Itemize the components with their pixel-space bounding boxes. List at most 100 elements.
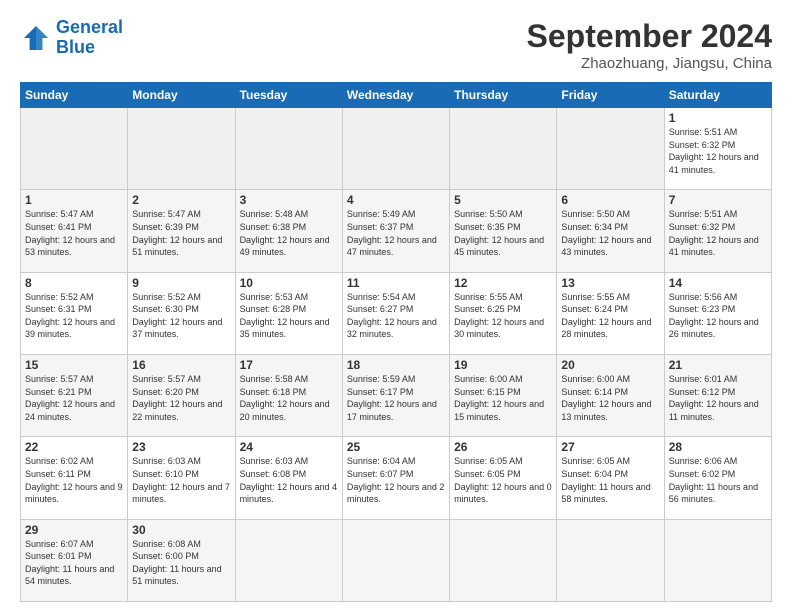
day-info: Sunrise: 6:04 AM Sunset: 6:07 PM Dayligh… xyxy=(347,455,445,505)
day-info: Sunrise: 5:58 AM Sunset: 6:18 PM Dayligh… xyxy=(240,373,338,423)
day-info: Sunrise: 5:51 AM Sunset: 6:32 PM Dayligh… xyxy=(669,126,767,176)
calendar-day-header: Friday xyxy=(557,83,664,108)
calendar-cell: 22 Sunrise: 6:02 AM Sunset: 6:11 PM Dayl… xyxy=(21,437,128,519)
calendar-cell: 20 Sunrise: 6:00 AM Sunset: 6:14 PM Dayl… xyxy=(557,354,664,436)
logo-blue: Blue xyxy=(56,37,95,57)
day-info: Sunrise: 5:57 AM Sunset: 6:21 PM Dayligh… xyxy=(25,373,123,423)
calendar-cell: 5 Sunrise: 5:50 AM Sunset: 6:35 PM Dayli… xyxy=(450,190,557,272)
day-info: Sunrise: 5:52 AM Sunset: 6:30 PM Dayligh… xyxy=(132,291,230,341)
page: General Blue September 2024 Zhaozhuang, … xyxy=(0,0,792,612)
day-number: 27 xyxy=(561,440,659,454)
day-info: Sunrise: 5:55 AM Sunset: 6:25 PM Dayligh… xyxy=(454,291,552,341)
calendar-cell: 21 Sunrise: 6:01 AM Sunset: 6:12 PM Dayl… xyxy=(664,354,771,436)
day-number: 13 xyxy=(561,276,659,290)
day-number: 9 xyxy=(132,276,230,290)
header: General Blue September 2024 Zhaozhuang, … xyxy=(20,18,772,72)
day-number: 8 xyxy=(25,276,123,290)
title-block: September 2024 Zhaozhuang, Jiangsu, Chin… xyxy=(527,18,772,72)
calendar-day-header: Tuesday xyxy=(235,83,342,108)
day-info: Sunrise: 5:51 AM Sunset: 6:32 PM Dayligh… xyxy=(669,208,767,258)
day-info: Sunrise: 5:59 AM Sunset: 6:17 PM Dayligh… xyxy=(347,373,445,423)
calendar-header-row: SundayMondayTuesdayWednesdayThursdayFrid… xyxy=(21,83,772,108)
day-info: Sunrise: 5:55 AM Sunset: 6:24 PM Dayligh… xyxy=(561,291,659,341)
day-number: 3 xyxy=(240,193,338,207)
calendar-cell: 30 Sunrise: 6:08 AM Sunset: 6:00 PM Dayl… xyxy=(128,519,235,601)
day-number: 23 xyxy=(132,440,230,454)
day-info: Sunrise: 5:48 AM Sunset: 6:38 PM Dayligh… xyxy=(240,208,338,258)
calendar-cell: 28 Sunrise: 6:06 AM Sunset: 6:02 PM Dayl… xyxy=(664,437,771,519)
calendar-cell: 18 Sunrise: 5:59 AM Sunset: 6:17 PM Dayl… xyxy=(342,354,449,436)
logo-text: General Blue xyxy=(56,18,123,58)
day-number: 24 xyxy=(240,440,338,454)
calendar-day-header: Thursday xyxy=(450,83,557,108)
day-number: 7 xyxy=(669,193,767,207)
day-info: Sunrise: 5:50 AM Sunset: 6:35 PM Dayligh… xyxy=(454,208,552,258)
calendar-cell: 27 Sunrise: 6:05 AM Sunset: 6:04 PM Dayl… xyxy=(557,437,664,519)
logo-general: General xyxy=(56,17,123,37)
logo: General Blue xyxy=(20,18,123,58)
calendar-cell: 25 Sunrise: 6:04 AM Sunset: 6:07 PM Dayl… xyxy=(342,437,449,519)
day-info: Sunrise: 5:52 AM Sunset: 6:31 PM Dayligh… xyxy=(25,291,123,341)
day-number: 17 xyxy=(240,358,338,372)
logo-icon xyxy=(20,22,52,54)
day-number: 10 xyxy=(240,276,338,290)
day-info: Sunrise: 6:00 AM Sunset: 6:14 PM Dayligh… xyxy=(561,373,659,423)
calendar-cell xyxy=(235,519,342,601)
day-info: Sunrise: 5:47 AM Sunset: 6:39 PM Dayligh… xyxy=(132,208,230,258)
calendar-cell: 2 Sunrise: 5:47 AM Sunset: 6:39 PM Dayli… xyxy=(128,190,235,272)
day-number: 14 xyxy=(669,276,767,290)
day-info: Sunrise: 5:56 AM Sunset: 6:23 PM Dayligh… xyxy=(669,291,767,341)
calendar-cell xyxy=(450,108,557,190)
calendar-week-row: 22 Sunrise: 6:02 AM Sunset: 6:11 PM Dayl… xyxy=(21,437,772,519)
calendar-cell xyxy=(235,108,342,190)
day-number: 16 xyxy=(132,358,230,372)
calendar-cell: 19 Sunrise: 6:00 AM Sunset: 6:15 PM Dayl… xyxy=(450,354,557,436)
calendar-cell xyxy=(342,108,449,190)
day-info: Sunrise: 5:54 AM Sunset: 6:27 PM Dayligh… xyxy=(347,291,445,341)
calendar-cell xyxy=(557,519,664,601)
day-info: Sunrise: 5:53 AM Sunset: 6:28 PM Dayligh… xyxy=(240,291,338,341)
calendar-day-header: Wednesday xyxy=(342,83,449,108)
day-number: 12 xyxy=(454,276,552,290)
day-number: 1 xyxy=(25,193,123,207)
calendar-cell: 24 Sunrise: 6:03 AM Sunset: 6:08 PM Dayl… xyxy=(235,437,342,519)
calendar-table: SundayMondayTuesdayWednesdayThursdayFrid… xyxy=(20,82,772,602)
day-info: Sunrise: 6:05 AM Sunset: 6:04 PM Dayligh… xyxy=(561,455,659,505)
calendar-cell xyxy=(342,519,449,601)
calendar-cell xyxy=(664,519,771,601)
calendar-week-row: 15 Sunrise: 5:57 AM Sunset: 6:21 PM Dayl… xyxy=(21,354,772,436)
day-number: 11 xyxy=(347,276,445,290)
calendar-cell: 8 Sunrise: 5:52 AM Sunset: 6:31 PM Dayli… xyxy=(21,272,128,354)
day-number: 21 xyxy=(669,358,767,372)
calendar-cell xyxy=(128,108,235,190)
calendar-cell: 17 Sunrise: 5:58 AM Sunset: 6:18 PM Dayl… xyxy=(235,354,342,436)
calendar-cell: 13 Sunrise: 5:55 AM Sunset: 6:24 PM Dayl… xyxy=(557,272,664,354)
day-info: Sunrise: 6:05 AM Sunset: 6:05 PM Dayligh… xyxy=(454,455,552,505)
calendar-cell xyxy=(21,108,128,190)
day-info: Sunrise: 6:01 AM Sunset: 6:12 PM Dayligh… xyxy=(669,373,767,423)
day-info: Sunrise: 6:06 AM Sunset: 6:02 PM Dayligh… xyxy=(669,455,767,505)
calendar-week-row: 8 Sunrise: 5:52 AM Sunset: 6:31 PM Dayli… xyxy=(21,272,772,354)
day-number: 15 xyxy=(25,358,123,372)
calendar-cell xyxy=(557,108,664,190)
calendar-cell xyxy=(450,519,557,601)
day-number: 2 xyxy=(132,193,230,207)
calendar-cell: 26 Sunrise: 6:05 AM Sunset: 6:05 PM Dayl… xyxy=(450,437,557,519)
day-number: 6 xyxy=(561,193,659,207)
calendar-cell: 9 Sunrise: 5:52 AM Sunset: 6:30 PM Dayli… xyxy=(128,272,235,354)
calendar-cell: 4 Sunrise: 5:49 AM Sunset: 6:37 PM Dayli… xyxy=(342,190,449,272)
day-info: Sunrise: 5:57 AM Sunset: 6:20 PM Dayligh… xyxy=(132,373,230,423)
calendar-day-header: Monday xyxy=(128,83,235,108)
day-number: 30 xyxy=(132,523,230,537)
day-number: 29 xyxy=(25,523,123,537)
subtitle: Zhaozhuang, Jiangsu, China xyxy=(527,55,772,72)
calendar-cell: 10 Sunrise: 5:53 AM Sunset: 6:28 PM Dayl… xyxy=(235,272,342,354)
calendar-cell: 15 Sunrise: 5:57 AM Sunset: 6:21 PM Dayl… xyxy=(21,354,128,436)
day-number: 25 xyxy=(347,440,445,454)
day-info: Sunrise: 5:49 AM Sunset: 6:37 PM Dayligh… xyxy=(347,208,445,258)
day-info: Sunrise: 6:08 AM Sunset: 6:00 PM Dayligh… xyxy=(132,538,230,588)
day-info: Sunrise: 6:02 AM Sunset: 6:11 PM Dayligh… xyxy=(25,455,123,505)
main-title: September 2024 xyxy=(527,18,772,55)
day-number: 5 xyxy=(454,193,552,207)
day-number: 18 xyxy=(347,358,445,372)
